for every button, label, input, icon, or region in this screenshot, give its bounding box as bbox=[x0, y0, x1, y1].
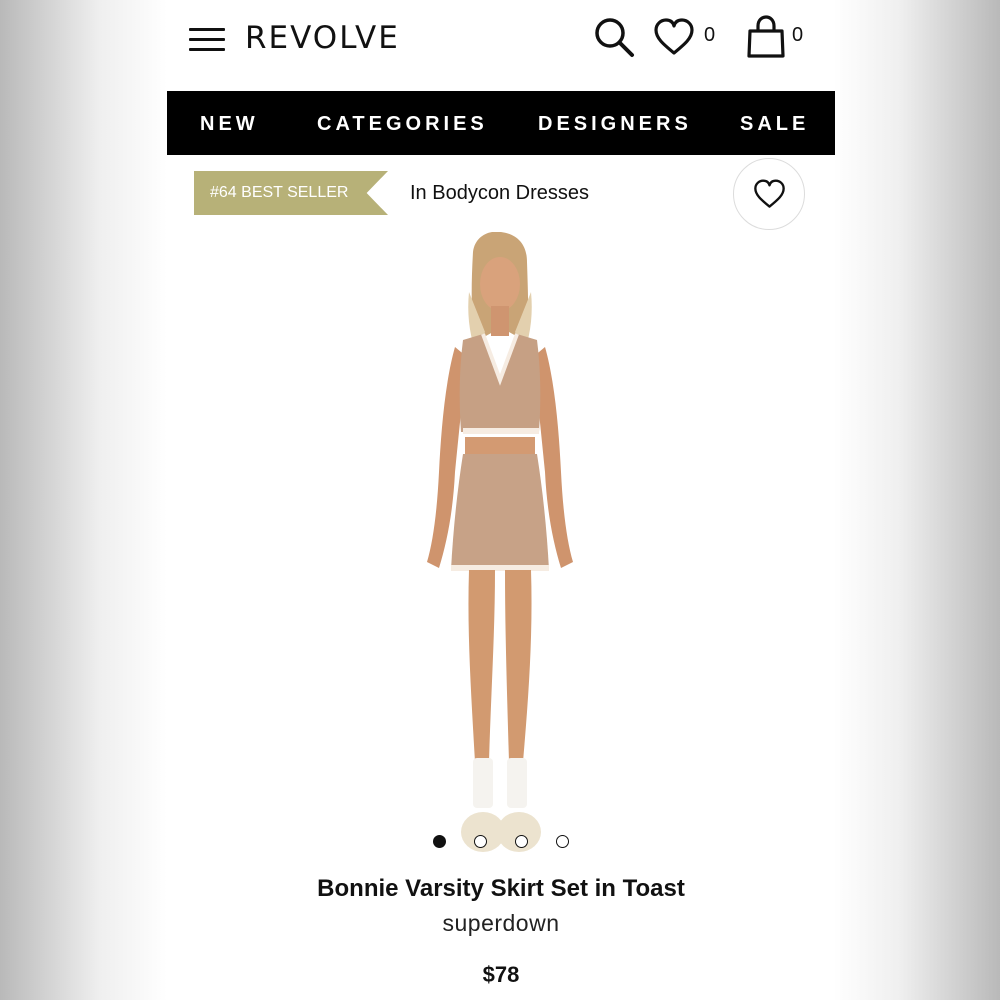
category-link[interactable]: In Bodycon Dresses bbox=[410, 180, 589, 206]
wishlist-count: 0 bbox=[704, 24, 716, 46]
best-seller-badge: #64 BEST SELLER bbox=[194, 171, 388, 215]
carousel-dot-4[interactable] bbox=[556, 835, 569, 848]
category-nav-bar: NEW CATEGORIES DESIGNERS SALE bbox=[167, 91, 835, 155]
product-image[interactable] bbox=[377, 232, 617, 864]
product-title: Bonnie Varsity Skirt Set in Toast bbox=[317, 875, 685, 902]
search-icon[interactable] bbox=[593, 16, 637, 60]
top-header: REVOLVE 0 0 bbox=[167, 0, 835, 90]
product-price: $78 bbox=[482, 962, 520, 987]
nav-designers[interactable]: DESIGNERS bbox=[538, 91, 692, 155]
wishlist-heart-icon[interactable] bbox=[653, 18, 695, 56]
carousel-dot-3[interactable] bbox=[515, 835, 528, 848]
nav-new[interactable]: NEW bbox=[200, 91, 259, 155]
image-carousel-dots bbox=[167, 835, 835, 851]
heart-icon bbox=[754, 179, 785, 208]
nav-sale[interactable]: SALE bbox=[740, 91, 809, 155]
carousel-dot-2[interactable] bbox=[474, 835, 487, 848]
product-brand[interactable]: superdown bbox=[167, 908, 835, 938]
revolve-logo[interactable]: REVOLVE bbox=[245, 18, 400, 58]
nav-categories[interactable]: CATEGORIES bbox=[317, 91, 488, 155]
carousel-dot-1[interactable] bbox=[433, 835, 446, 848]
bag-count: 0 bbox=[792, 24, 804, 46]
shopping-bag-icon[interactable] bbox=[745, 15, 787, 59]
phone-screen: REVOLVE 0 0 NEW CATEGORIES DESIGNERS SAL… bbox=[167, 0, 835, 1000]
hamburger-menu-icon[interactable] bbox=[189, 28, 225, 52]
favorite-button[interactable] bbox=[733, 158, 805, 230]
